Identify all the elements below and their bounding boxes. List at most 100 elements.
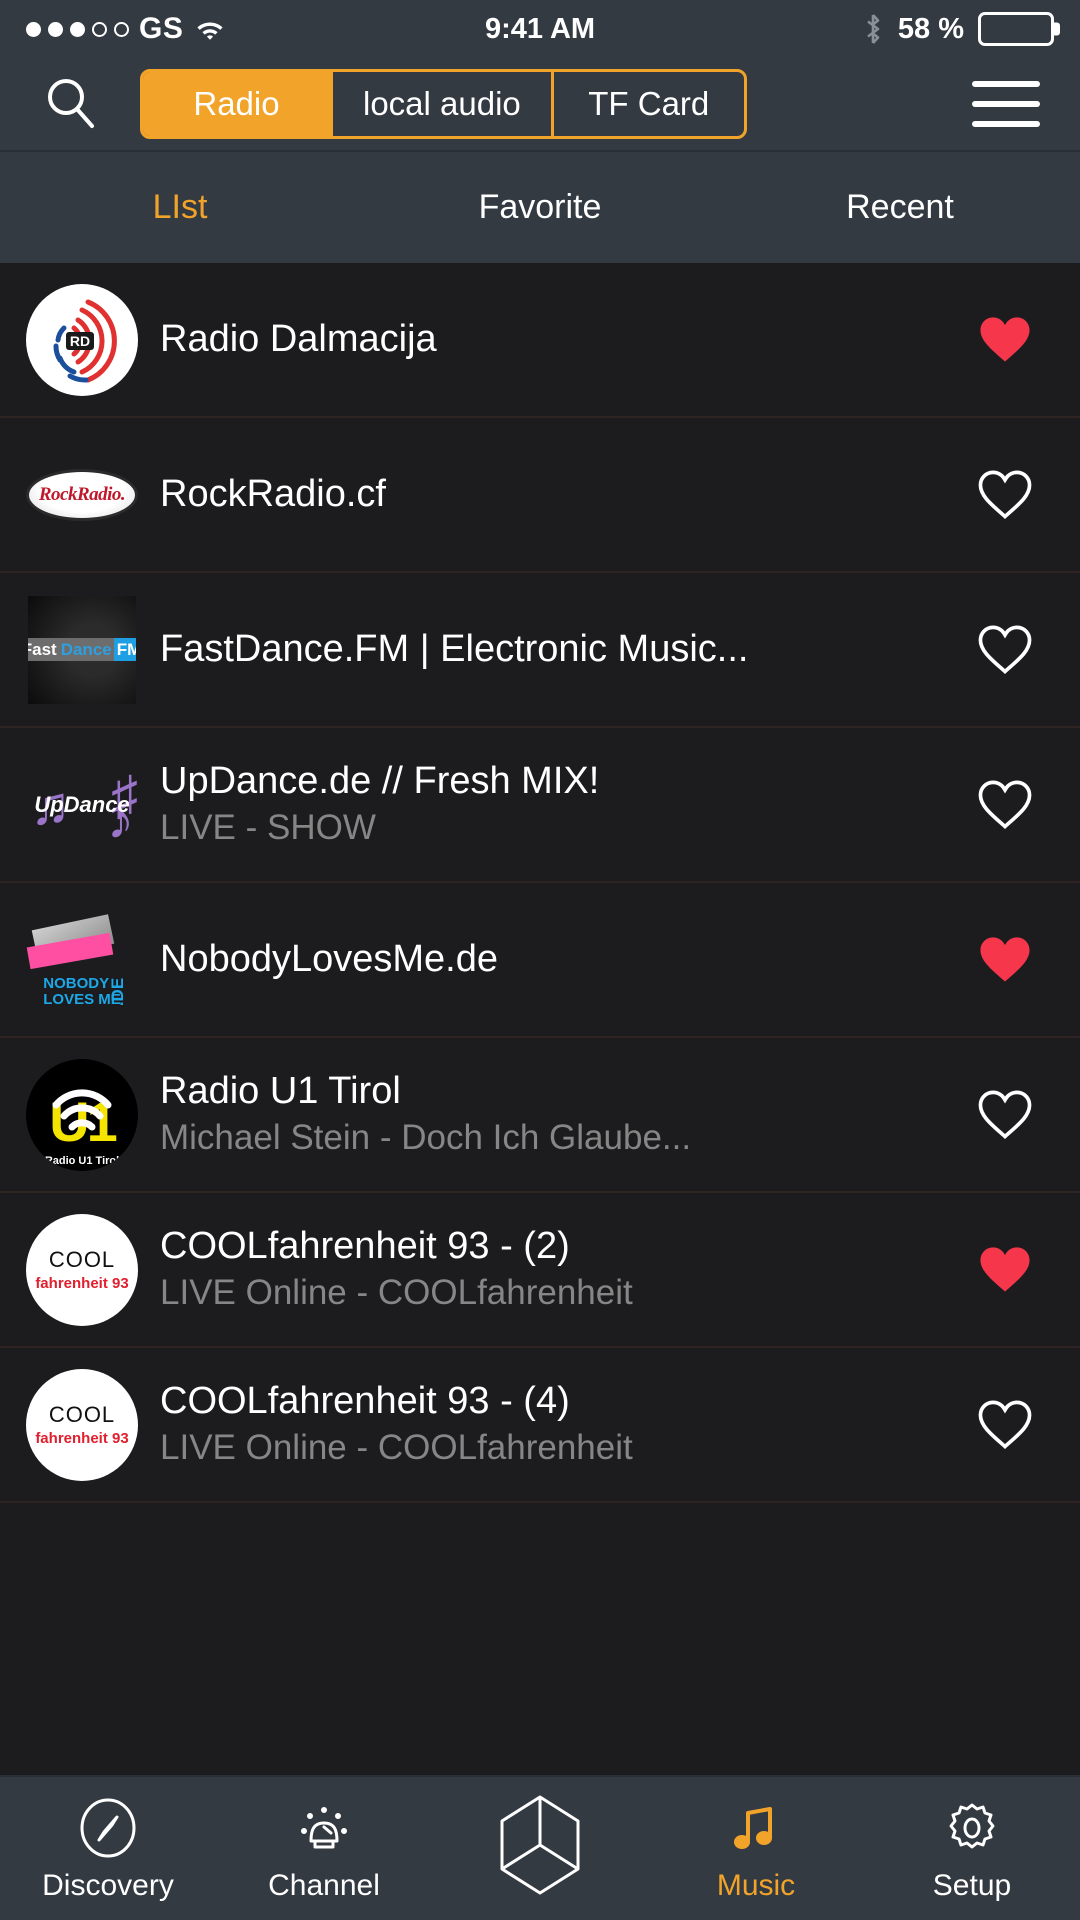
- updance-logo-text: UpDance: [34, 791, 130, 817]
- station-logo: U1 Radio U1 Tirol: [26, 1058, 138, 1171]
- station-title: FastDance.FM | Electronic Music...: [160, 628, 749, 670]
- station-subtitle: LIVE Online - COOLfahrenheit: [160, 1429, 633, 1468]
- station-text: Radio U1 Tirol Michael Stein - Doch Ich …: [160, 1071, 970, 1157]
- station-text: COOLfahrenheit 93 - (4) LIVE Online - CO…: [160, 1381, 970, 1467]
- table-row[interactable]: RD Radio Dalmacija: [0, 263, 1080, 418]
- search-button[interactable]: [34, 67, 108, 141]
- station-logo: RD: [26, 283, 138, 396]
- status-bar-right: 58 %: [862, 12, 1054, 46]
- nav-item-cube[interactable]: [432, 1790, 648, 1908]
- station-title: Radio Dalmacija: [160, 318, 437, 360]
- signal-dot: [70, 21, 85, 37]
- table-row[interactable]: COOL fahrenheit 93 COOLfahrenheit 93 - (…: [0, 1348, 1080, 1503]
- segment-label: Radio: [193, 85, 280, 122]
- favorite-toggle[interactable]: [970, 1395, 1040, 1454]
- source-segmented-control[interactable]: Radio local audio TF Card: [140, 69, 747, 139]
- bottom-navigation-bar: Discovery Channel Music Setup: [0, 1775, 1080, 1920]
- bluetooth-icon: [862, 13, 884, 45]
- nobodylovesme-logo-de: .DE: [107, 977, 127, 1006]
- table-row[interactable]: COOL fahrenheit 93 COOLfahrenheit 93 - (…: [0, 1193, 1080, 1348]
- table-row[interactable]: NOBODY LOVES ME .DE NobodyLovesMe.de: [0, 883, 1080, 1038]
- favorite-toggle[interactable]: [970, 775, 1040, 834]
- svg-text:RD: RD: [70, 333, 90, 349]
- signal-dot: [48, 21, 63, 37]
- segment-radio[interactable]: Radio: [143, 72, 333, 136]
- hamburger-menu-icon: [972, 81, 1040, 87]
- nav-item-setup[interactable]: Setup: [864, 1795, 1080, 1903]
- station-text: NobodyLovesMe.de: [160, 939, 970, 981]
- favorite-toggle[interactable]: [970, 310, 1040, 369]
- tab-list[interactable]: LIst: [0, 188, 360, 227]
- nav-item-discovery[interactable]: Discovery: [0, 1795, 216, 1903]
- nav-item-music[interactable]: Music: [648, 1795, 864, 1903]
- rockradio-logo: RockRadio.: [26, 468, 138, 521]
- station-logo: NOBODY LOVES ME .DE: [26, 904, 138, 1016]
- station-title: COOLfahrenheit 93 - (2): [160, 1226, 570, 1268]
- station-text: FastDance.FM | Electronic Music...: [160, 629, 970, 671]
- station-logo: COOL fahrenheit 93: [26, 1368, 138, 1481]
- cube-icon: [486, 1790, 594, 1900]
- coolfahrenheit-logo-text: COOL: [48, 1247, 116, 1272]
- station-title: NobodyLovesMe.de: [160, 938, 498, 980]
- table-row[interactable]: ♫ ♯ ♪ UpDance UpDance.de // Fresh MIX! L…: [0, 728, 1080, 883]
- station-text: Radio Dalmacija: [160, 319, 970, 361]
- station-title: COOLfahrenheit 93 - (4): [160, 1381, 570, 1423]
- radio-dalmacija-logo: RD: [26, 283, 138, 396]
- wifi-icon: [195, 17, 225, 41]
- table-row[interactable]: U1 Radio U1 Tirol Radio U1 Tirol Michael…: [0, 1038, 1080, 1193]
- signal-dot: [114, 21, 129, 37]
- heart-outline-icon: [975, 465, 1035, 524]
- nav-label: Channel: [268, 1868, 380, 1902]
- heart-filled-icon: [975, 930, 1035, 989]
- music-note-icon: [725, 1795, 787, 1861]
- battery-percent-label: 58 %: [897, 12, 964, 45]
- heart-filled-icon: [975, 1240, 1035, 1299]
- signal-strength-dots: [26, 21, 129, 37]
- favorite-toggle[interactable]: [970, 1085, 1040, 1144]
- heart-outline-icon: [975, 775, 1035, 834]
- signal-dot: [92, 21, 107, 37]
- favorite-toggle[interactable]: [970, 620, 1040, 679]
- status-bar-left: GS: [26, 12, 225, 46]
- segment-local-audio[interactable]: local audio: [333, 72, 554, 136]
- favorite-toggle[interactable]: [970, 465, 1040, 524]
- heart-filled-icon: [975, 310, 1035, 369]
- table-row[interactable]: FastDanceFM FastDance.FM | Electronic Mu…: [0, 573, 1080, 728]
- station-text: UpDance.de // Fresh MIX! LIVE - SHOW: [160, 761, 970, 847]
- station-logo: FastDanceFM: [26, 594, 138, 706]
- favorite-toggle[interactable]: [970, 930, 1040, 989]
- station-logo: COOL fahrenheit 93: [26, 1213, 138, 1326]
- heart-outline-icon: [975, 1085, 1035, 1144]
- station-subtitle: LIVE - SHOW: [160, 809, 376, 848]
- tab-recent[interactable]: Recent: [720, 188, 1080, 227]
- fastdance-fm-logo: FastDanceFM: [28, 595, 136, 704]
- station-subtitle: LIVE Online - COOLfahrenheit: [160, 1274, 633, 1313]
- heart-outline-icon: [975, 620, 1035, 679]
- heart-outline-icon: [975, 1395, 1035, 1454]
- segment-tf-card[interactable]: TF Card: [554, 72, 744, 136]
- tab-favorite[interactable]: Favorite: [360, 188, 720, 227]
- compass-icon: [77, 1795, 139, 1861]
- favorite-toggle[interactable]: [970, 1240, 1040, 1299]
- sub-tab-bar: LIst Favorite Recent: [0, 150, 1080, 263]
- station-logo: ♫ ♯ ♪ UpDance: [26, 749, 138, 861]
- coolfahrenheit-logo: COOL fahrenheit 93: [26, 1213, 138, 1326]
- search-icon: [41, 72, 101, 137]
- nobodylovesme-logo: NOBODY LOVES ME .DE: [26, 904, 138, 1016]
- hamburger-menu-button[interactable]: [966, 69, 1046, 139]
- station-text: COOLfahrenheit 93 - (2) LIVE Online - CO…: [160, 1226, 970, 1312]
- station-title: UpDance.de // Fresh MIX!: [160, 761, 600, 803]
- battery-icon: [978, 12, 1054, 46]
- rockradio-logo-text: RockRadio.: [38, 483, 126, 505]
- coolfahrenheit-logo-caption: fahrenheit 93: [35, 1275, 129, 1292]
- radio-u1-tirol-logo: U1 Radio U1 Tirol: [26, 1058, 138, 1171]
- nav-item-channel[interactable]: Channel: [216, 1795, 432, 1903]
- table-row[interactable]: RockRadio. RockRadio.cf: [0, 418, 1080, 573]
- station-subtitle: Michael Stein - Doch Ich Glaube...: [160, 1119, 692, 1158]
- nav-label: Music: [716, 1868, 796, 1902]
- segment-label: local audio: [363, 85, 521, 122]
- top-bar: Radio local audio TF Card: [0, 58, 1080, 150]
- station-list[interactable]: RD Radio Dalmacija RockRadio. RockRadio.…: [0, 263, 1080, 1775]
- tab-label: Recent: [846, 188, 954, 226]
- coolfahrenheit-logo: COOL fahrenheit 93: [26, 1368, 138, 1481]
